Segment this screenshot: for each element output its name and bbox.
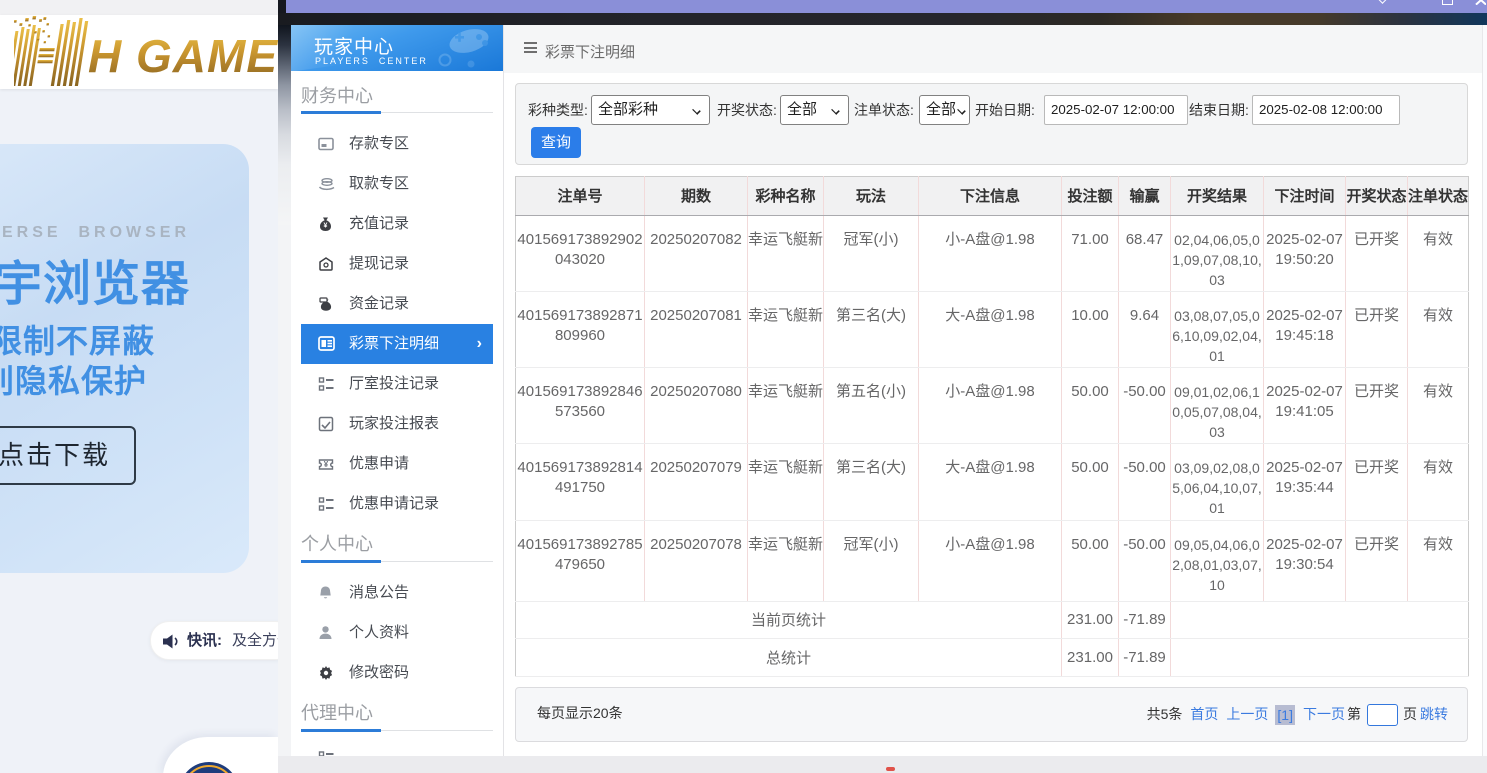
svg-text:¥: ¥ — [324, 223, 328, 230]
svg-text:H GAME: H GAME — [88, 30, 278, 82]
svg-text:¥: ¥ — [324, 460, 329, 469]
